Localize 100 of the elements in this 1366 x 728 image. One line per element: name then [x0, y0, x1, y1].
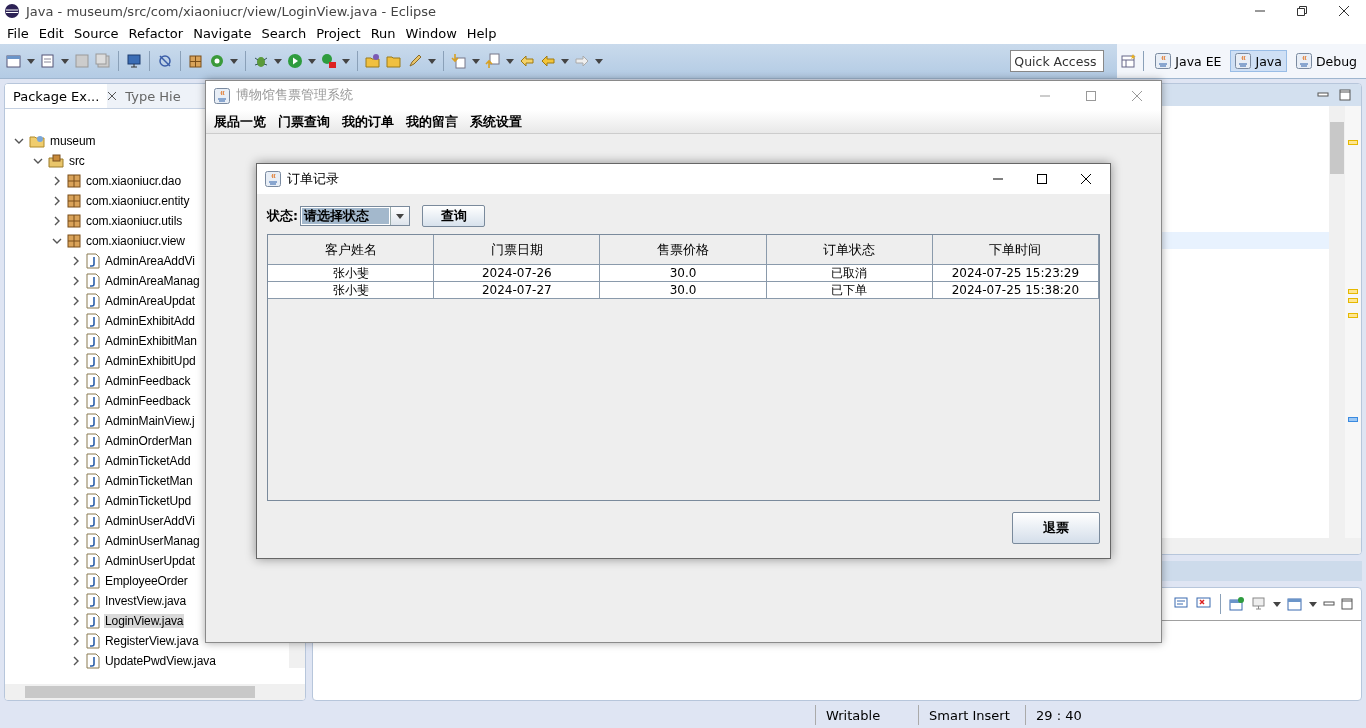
- horizontal-scrollbar[interactable]: [5, 684, 305, 700]
- menu-item[interactable]: 我的订单: [336, 112, 400, 131]
- menu-item[interactable]: 门票查询: [272, 112, 336, 131]
- open-perspective-icon[interactable]: [1121, 53, 1138, 69]
- tree-item[interactable]: LoginView.java: [104, 614, 185, 628]
- menu-item[interactable]: 展品一览: [208, 112, 272, 131]
- tree-item[interactable]: AdminTicketMan: [104, 474, 194, 488]
- status-dropdown[interactable]: 请选择状态: [300, 206, 410, 226]
- dropdown-caret-icon[interactable]: [1273, 601, 1281, 607]
- dropdown-arrow-icon[interactable]: [396, 213, 404, 219]
- java-file-icon: [86, 433, 100, 449]
- new-file-icon[interactable]: [40, 53, 56, 69]
- back-icon[interactable]: [540, 53, 556, 69]
- query-button[interactable]: 查询: [422, 205, 485, 227]
- dropdown-caret-icon[interactable]: [308, 58, 316, 64]
- menu-item[interactable]: Edit: [33, 25, 69, 41]
- menu-item[interactable]: Project: [311, 25, 366, 41]
- column-header[interactable]: 订单状态: [766, 235, 933, 265]
- maximize-icon[interactable]: [1036, 173, 1048, 185]
- run-icon[interactable]: [287, 53, 303, 69]
- menu-item[interactable]: Search: [256, 25, 312, 41]
- new-window-icon[interactable]: [6, 53, 22, 69]
- tree-item[interactable]: AdminUserAddVi: [104, 514, 196, 528]
- tree-item[interactable]: AdminAreaUpdat: [104, 294, 196, 308]
- tree-item[interactable]: com.xiaoniucr.utils: [85, 214, 184, 228]
- dropdown-caret-icon[interactable]: [1309, 601, 1317, 607]
- close-icon[interactable]: [107, 91, 118, 101]
- column-header[interactable]: 售票价格: [600, 235, 767, 265]
- tree-item[interactable]: RegisterView.java: [104, 634, 200, 648]
- perspective-button[interactable]: Java: [1230, 50, 1287, 72]
- dropdown-caret-icon[interactable]: [27, 58, 35, 64]
- view-tab[interactable]: Package Ex...: [5, 84, 108, 108]
- tree-item[interactable]: AdminFeedback: [104, 394, 192, 408]
- monitor-icon[interactable]: [126, 53, 142, 69]
- tree-item[interactable]: AdminExhibitUpd: [104, 354, 197, 368]
- last-edit-icon[interactable]: [519, 53, 535, 69]
- vertical-scrollbar[interactable]: [1329, 106, 1345, 538]
- refund-button[interactable]: 退票: [1012, 512, 1100, 544]
- new-console-icon[interactable]: [1287, 596, 1303, 612]
- window-title: Java - museum/src/com/xiaoniucr/view/LoginView.java - Eclipse: [26, 3, 437, 19]
- perspective-button[interactable]: Debug: [1290, 50, 1362, 72]
- display-icon[interactable]: [1251, 596, 1267, 612]
- menu-item[interactable]: Refactor: [123, 25, 189, 41]
- tree-item[interactable]: EmployeeOrder: [104, 574, 189, 588]
- quick-access-field[interactable]: Quick Access: [1010, 50, 1105, 72]
- tree-item[interactable]: AdminAreaManag: [104, 274, 201, 288]
- java-file-icon: [86, 513, 100, 529]
- view-tab[interactable]: Type Hie: [117, 84, 189, 108]
- perspective-icon: [1295, 53, 1312, 69]
- tree-item[interactable]: AdminOrderMan: [104, 434, 193, 448]
- dropdown-caret-icon[interactable]: [561, 58, 569, 64]
- perspective-button[interactable]: Java EE: [1150, 50, 1227, 72]
- tree-item[interactable]: AdminExhibitAdd: [104, 314, 196, 328]
- tree-item[interactable]: AdminUserManag: [104, 534, 201, 548]
- close-icon[interactable]: [1338, 5, 1350, 17]
- menu-item[interactable]: Source: [68, 25, 124, 41]
- dropdown-caret-icon[interactable]: [342, 58, 350, 64]
- tree-item[interactable]: com.xiaoniucr.dao: [85, 174, 183, 188]
- table-cell: 30.0: [600, 282, 767, 299]
- dropdown-caret-icon[interactable]: [230, 58, 238, 64]
- tree-item[interactable]: AdminTicketAdd: [104, 454, 192, 468]
- tree-item[interactable]: src: [68, 154, 86, 168]
- dropdown-caret-icon[interactable]: [428, 58, 436, 64]
- menu-item[interactable]: Navigate: [188, 25, 257, 41]
- menu-item[interactable]: Run: [365, 25, 401, 41]
- java-file-icon: [86, 273, 100, 289]
- window-title: 博物馆售票管理系统: [236, 87, 353, 104]
- tree-item[interactable]: museum: [49, 134, 97, 148]
- tree-item[interactable]: AdminUserUpdat: [104, 554, 196, 568]
- dropdown-caret-icon[interactable]: [61, 58, 69, 64]
- refresh-icon[interactable]: [209, 53, 225, 69]
- dropdown-caret-icon[interactable]: [274, 58, 282, 64]
- tree-item[interactable]: AdminAreaAddVi: [104, 254, 196, 268]
- table-cell: 30.0: [600, 265, 767, 282]
- tree-item[interactable]: com.xiaoniucr.view: [85, 234, 186, 248]
- java-file-icon: [86, 353, 100, 369]
- menu-item[interactable]: 系统设置: [464, 112, 528, 131]
- menu-item[interactable]: 我的留言: [400, 112, 464, 131]
- menu-item[interactable]: File: [2, 25, 34, 41]
- column-header[interactable]: 门票日期: [434, 235, 601, 265]
- dropdown-caret-icon[interactable]: [595, 58, 603, 64]
- close-icon[interactable]: [1080, 173, 1092, 185]
- pen-icon[interactable]: [407, 53, 423, 69]
- restore-icon[interactable]: [1296, 5, 1308, 17]
- column-header[interactable]: 客户姓名: [268, 235, 435, 265]
- tree-item[interactable]: AdminTicketUpd: [104, 494, 193, 508]
- dropdown-caret-icon[interactable]: [472, 58, 480, 64]
- menu-item[interactable]: Help: [461, 25, 502, 41]
- tree-item[interactable]: AdminMainView.j: [104, 414, 196, 428]
- next-annotation-icon[interactable]: [451, 53, 467, 69]
- tree-item[interactable]: AdminFeedback: [104, 374, 192, 388]
- menu-item[interactable]: Window: [400, 25, 462, 41]
- tree-item[interactable]: AdminExhibitMan: [104, 334, 198, 348]
- java-file-icon: [86, 453, 100, 469]
- tree-item[interactable]: UpdatePwdView.java: [104, 654, 217, 668]
- tree-item[interactable]: com.xiaoniucr.entity: [85, 194, 191, 208]
- dropdown-caret-icon[interactable]: [506, 58, 514, 64]
- open-folder-icon[interactable]: [365, 53, 381, 69]
- tree-item[interactable]: InvestView.java: [104, 594, 187, 608]
- column-header[interactable]: 下单时间: [932, 235, 1099, 265]
